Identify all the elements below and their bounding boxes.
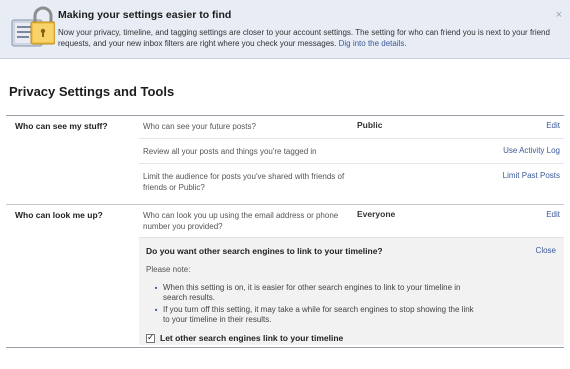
page-title: Privacy Settings and Tools <box>9 84 175 99</box>
panel-note: Please note: <box>146 265 191 274</box>
limit-past-posts-link[interactable]: Limit Past Posts <box>503 171 560 180</box>
setting-description: Limit the audience for posts you've shar… <box>143 172 345 192</box>
setting-row-future-posts: Who can see your future posts? Public Ed… <box>139 115 564 139</box>
setting-value: Everyone <box>357 209 396 219</box>
setting-value: Public <box>357 120 383 130</box>
notice-title: Making your settings easier to find <box>58 9 232 21</box>
close-icon[interactable]: × <box>556 10 562 21</box>
edit-look-up-link[interactable]: Edit <box>546 210 560 219</box>
list-item: When this setting is on, it is easier fo… <box>155 283 475 303</box>
dig-into-details-link[interactable]: Dig into the details. <box>339 39 407 48</box>
checkbox-label[interactable]: Let other search engines link to your ti… <box>160 333 343 343</box>
setting-description: Who can look you up using the email addr… <box>143 211 339 231</box>
search-engine-checkbox[interactable] <box>146 332 155 343</box>
settings-notice-banner: Making your settings easier to find Now … <box>0 0 570 59</box>
section-who-can-look-up: Who can look me up? Who can look you up … <box>6 205 564 345</box>
setting-row-look-up: Who can look you up using the email addr… <box>139 205 564 237</box>
setting-description: Who can see your future posts? <box>143 122 256 131</box>
use-activity-log-link[interactable]: Use Activity Log <box>503 146 560 155</box>
panel-bullet-list: When this setting is on, it is easier fo… <box>155 283 475 325</box>
setting-description: Review all your posts and things you're … <box>143 147 317 156</box>
list-item: If you turn off this setting, it may tak… <box>155 305 475 325</box>
search-engine-panel: Do you want other search engines to link… <box>139 237 564 345</box>
section-label: Who can see my stuff? <box>15 121 108 131</box>
section-who-can-see: Who can see my stuff? Who can see your f… <box>6 115 564 211</box>
bottom-divider <box>6 347 564 348</box>
panel-title: Do you want other search engines to link… <box>146 246 383 256</box>
setting-row-limit-past-posts: Limit the audience for posts you've shar… <box>139 164 564 204</box>
notice-body: Now your privacy, timeline, and tagging … <box>58 27 558 49</box>
setting-row-review-posts: Review all your posts and things you're … <box>139 139 564 164</box>
lock-settings-icon <box>11 6 55 47</box>
section-label: Who can look me up? <box>15 210 103 220</box>
edit-future-posts-link[interactable]: Edit <box>546 121 560 130</box>
notice-body-text: Now your privacy, timeline, and tagging … <box>58 28 550 48</box>
search-engine-checkbox-row: Let other search engines link to your ti… <box>146 332 343 343</box>
panel-close-button[interactable]: Close <box>536 246 556 255</box>
